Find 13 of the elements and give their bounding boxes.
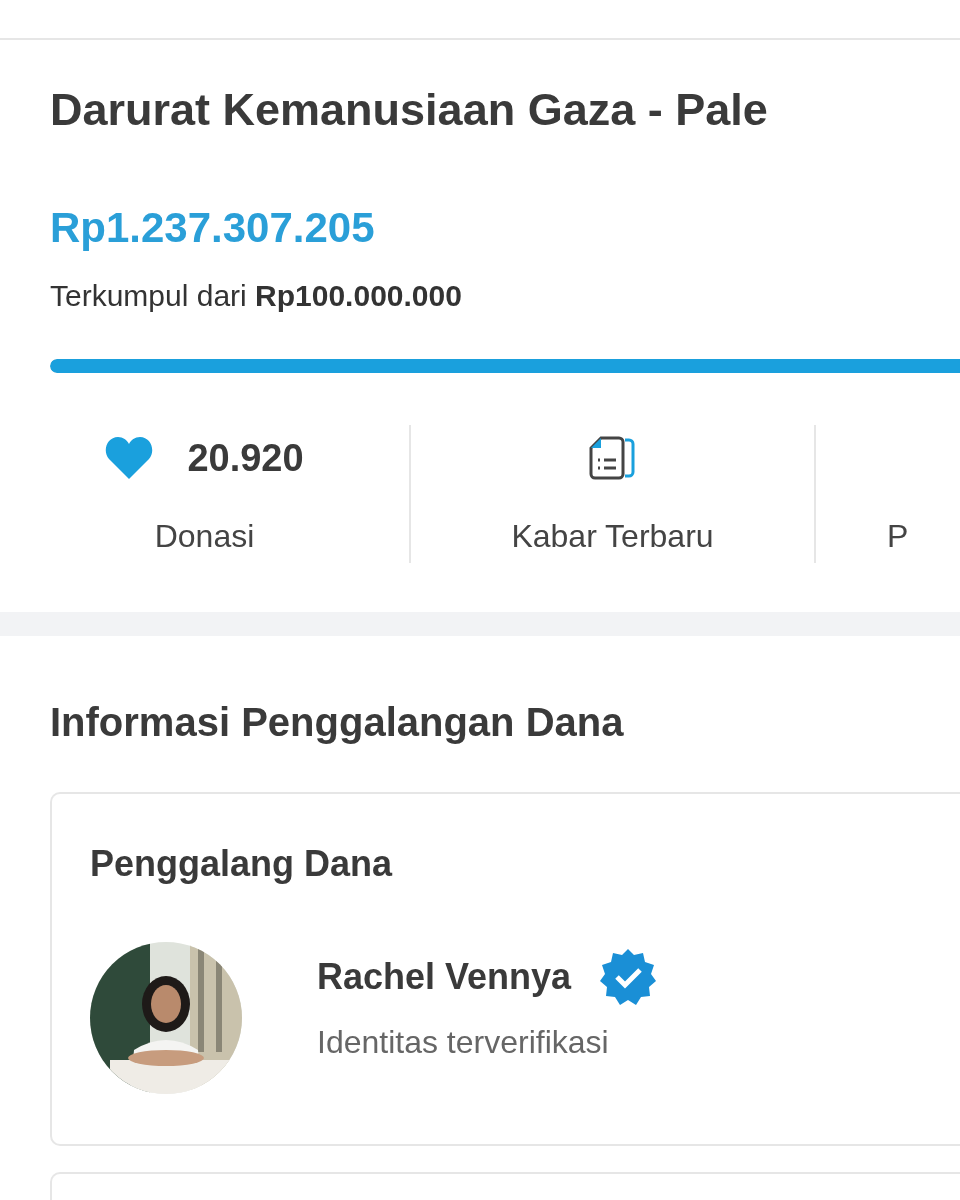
heart-icon bbox=[105, 437, 154, 479]
collected-amount: Rp1.237.307.205 bbox=[50, 203, 375, 253]
fundraiser-name[interactable]: Rachel Vennya bbox=[317, 953, 572, 1001]
stat-label[interactable]: Donasi bbox=[154, 516, 255, 556]
stat-label[interactable]: P bbox=[887, 516, 909, 556]
section-title: Informasi Penggalangan Dana bbox=[50, 699, 624, 746]
stat-label[interactable]: Kabar Terbaru bbox=[511, 516, 714, 556]
campaign-title: Darurat Kemanusiaan Gaza - Pale bbox=[50, 83, 769, 137]
document-icon bbox=[588, 436, 637, 480]
donation-count: 20.920 bbox=[187, 436, 304, 480]
target-text: Terkumpul dari Rp100.000.000 bbox=[50, 278, 462, 314]
card-heading: Penggalang Dana bbox=[90, 842, 393, 886]
verification-status: Identitas terverifikasi bbox=[317, 1023, 609, 1062]
